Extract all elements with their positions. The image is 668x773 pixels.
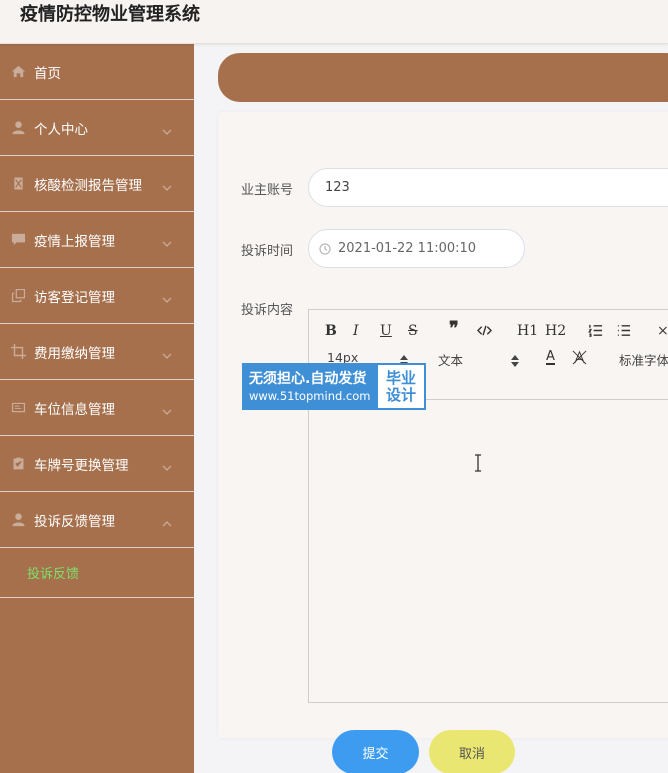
chevron-down-icon	[162, 178, 172, 191]
chevron-down-icon	[162, 402, 172, 415]
sidebar-item-fee-payment[interactable]: 费用缴纳管理	[0, 324, 194, 380]
sidebar-item-personal-center[interactable]: 个人中心	[0, 100, 194, 156]
watermark-badge: 无须担心.自动发货 www.51topmind.com 毕业 设计	[242, 363, 426, 410]
home-icon	[10, 64, 26, 80]
clock-icon	[319, 242, 331, 255]
font-color-button[interactable]: A	[546, 350, 555, 365]
submit-button[interactable]: 提交	[332, 730, 419, 773]
font-family-select[interactable]: 标准字体	[619, 350, 668, 369]
chevron-down-icon	[162, 458, 172, 471]
sidebar-item-visitor-register[interactable]: 访客登记管理	[0, 268, 194, 324]
card-icon	[10, 400, 26, 416]
sidebar-item-label: 首页	[34, 65, 61, 82]
background-color-button[interactable]	[572, 350, 587, 369]
sidebar-item-label: 访客登记管理	[34, 289, 115, 306]
watermark-right-bottom: 设计	[385, 385, 416, 404]
sidebar-item-label: 核酸检测报告管理	[34, 177, 142, 194]
content-label: 投诉内容	[241, 303, 294, 318]
submenu-item-label: 投诉反馈	[27, 567, 80, 582]
sidebar-item-nucleic-report[interactable]: 核酸检测报告管理	[0, 156, 194, 212]
text-cursor-icon	[473, 454, 483, 472]
code-button[interactable]	[476, 323, 493, 342]
heading1-label: H1	[517, 323, 539, 339]
user-icon	[10, 512, 26, 528]
ordered-list-button[interactable]	[588, 323, 603, 342]
sidebar-item-home[interactable]: 首页	[0, 44, 194, 100]
form-card: 业主账号 123 投诉时间 2021-01-22 11:00:10 投诉内容 B…	[218, 112, 668, 773]
page-banner	[218, 53, 668, 102]
app-title: 疫情防控物业管理系统	[20, 4, 200, 25]
sidebar-item-epidemic-report[interactable]: 疫情上报管理	[0, 212, 194, 268]
account-label: 业主账号	[241, 183, 294, 198]
complaint-time-picker[interactable]: 2021-01-22 11:00:10	[308, 229, 525, 268]
clear-format-button[interactable]: ×	[657, 323, 668, 339]
sidebar: 首页 个人中心 核酸检测报告管理 疫情上报管理 访客登记管理 费用缴纳管理 车位…	[0, 44, 194, 773]
user-icon	[10, 120, 26, 136]
sidebar-item-label: 车位信息管理	[34, 401, 115, 418]
sidebar-item-plate-change[interactable]: 车牌号更换管理	[0, 436, 194, 492]
bullet-list-button[interactable]	[616, 323, 631, 342]
time-label: 投诉时间	[241, 244, 294, 259]
chevron-down-icon	[162, 290, 172, 303]
copy-icon	[10, 288, 26, 304]
report-icon	[10, 176, 26, 192]
chevron-up-icon	[162, 514, 172, 527]
sidebar-item-label: 车牌号更换管理	[34, 457, 129, 474]
clipboard-icon	[10, 456, 26, 472]
paragraph-select[interactable]: 文本	[438, 350, 463, 369]
watermark-right-top: 毕业	[385, 368, 416, 387]
watermark-line2: www.51topmind.com	[249, 388, 371, 403]
sidebar-item-label: 疫情上报管理	[34, 233, 115, 250]
top-bar: 疫情防控物业管理系统	[0, 0, 668, 44]
sidebar-item-label: 个人中心	[34, 121, 88, 138]
sidebar-item-complaint-management[interactable]: 投诉反馈管理	[0, 492, 194, 548]
strike-button[interactable]: S	[408, 323, 418, 339]
watermark-line1: 无须担心.自动发货	[249, 370, 367, 387]
sidebar-item-label: 投诉反馈管理	[34, 513, 115, 530]
chevron-down-icon	[162, 122, 172, 135]
watermark-right: 毕业 设计	[378, 365, 424, 408]
chevron-down-icon	[162, 234, 172, 247]
watermark-left: 无须担心.自动发货 www.51topmind.com	[244, 365, 378, 408]
sidebar-item-label: 费用缴纳管理	[34, 345, 115, 362]
crop-icon	[10, 344, 26, 360]
account-input[interactable]: 123	[308, 168, 668, 207]
bold-button[interactable]: B	[325, 323, 337, 339]
underline-button[interactable]: U	[380, 323, 392, 339]
chat-icon	[10, 232, 26, 248]
updown-arrow-icon	[511, 352, 519, 367]
heading1-button[interactable]: H1	[517, 323, 538, 339]
chevron-down-icon	[162, 346, 172, 359]
editor-content-area[interactable]	[309, 401, 668, 703]
heading2-label: H2	[545, 323, 567, 339]
quote-button[interactable]: ❞	[449, 320, 459, 338]
submenu-item-complaint-feedback[interactable]: 投诉反馈	[0, 548, 194, 598]
heading2-button[interactable]: H2	[545, 323, 566, 339]
sidebar-item-parking-info[interactable]: 车位信息管理	[0, 380, 194, 436]
italic-button[interactable]: I	[353, 323, 359, 339]
cancel-button[interactable]: 取消	[429, 730, 515, 773]
complaint-time-value: 2021-01-22 11:00:10	[338, 241, 477, 256]
